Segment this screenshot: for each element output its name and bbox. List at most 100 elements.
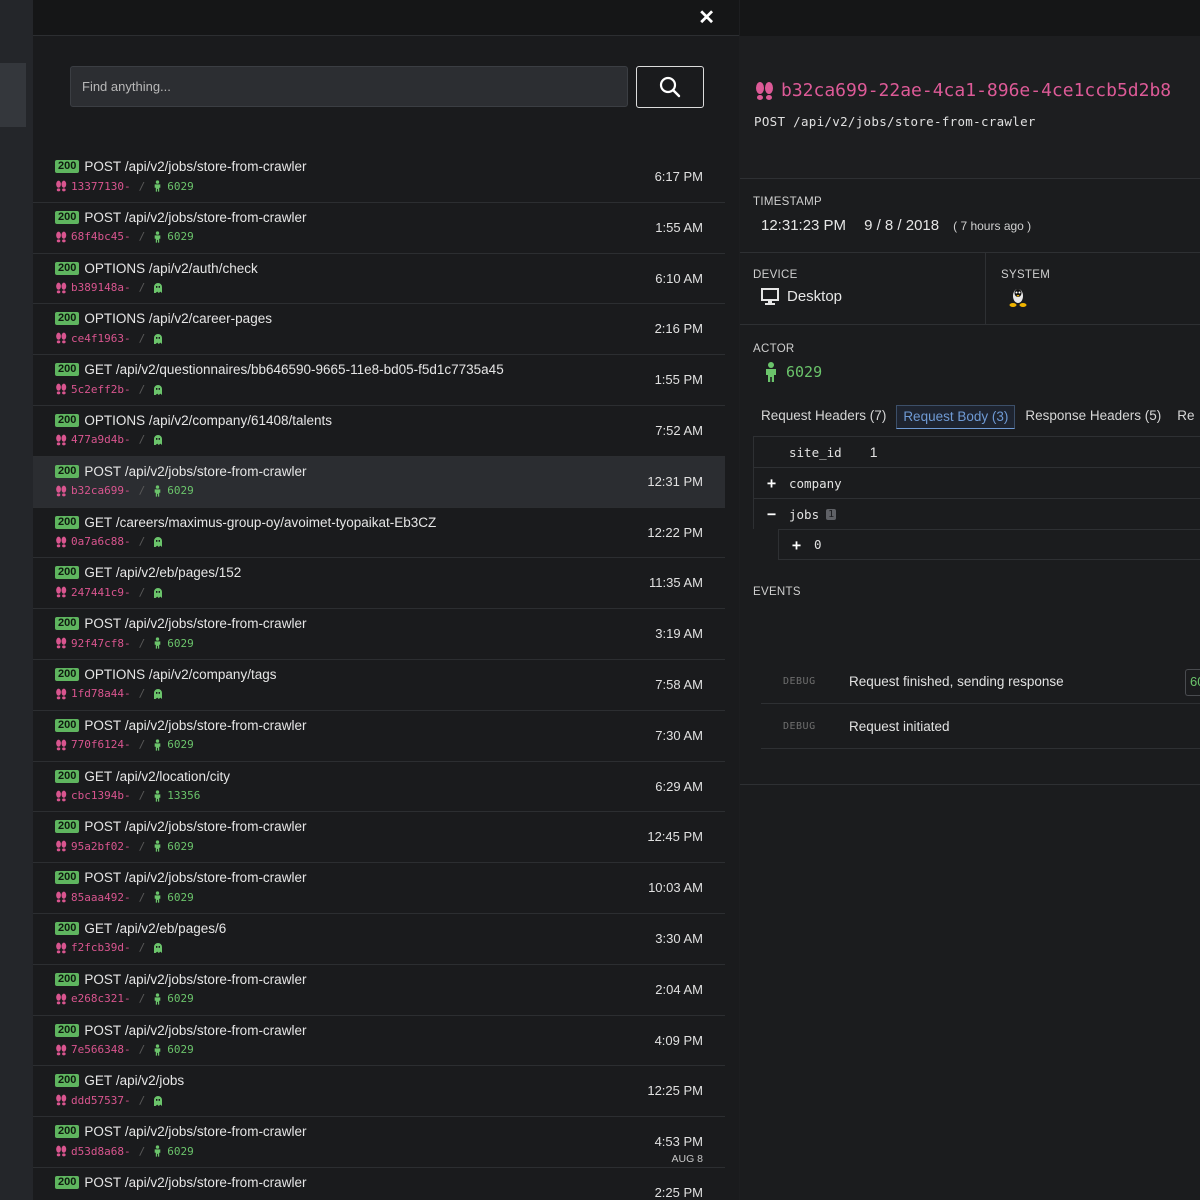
tab-item[interactable]: Response Headers (5) [1019, 405, 1167, 429]
request-path: /api/v2/jobs/store-from-crawler [124, 819, 307, 835]
time-value: 1:55 PM [654, 372, 703, 388]
timestamp-time: 12:31:23 PM [761, 217, 847, 234]
timestamp-label: TIMESTAMP [753, 196, 822, 208]
result-meta: 92f47cf8- / 6029 [55, 636, 725, 650]
sidebar-active-item[interactable] [0, 63, 26, 127]
linux-icon [1009, 289, 1027, 307]
ghost-icon [153, 536, 168, 548]
result-meta: 477a9d4b- / [55, 433, 725, 447]
status-badge: 200 [55, 1125, 80, 1139]
body-key: jobs [789, 506, 820, 522]
result-actor: 6029 [153, 1043, 194, 1056]
result-row[interactable]: 200 POST /api/v2/jobs/store-from-crawler 9… [33, 812, 725, 864]
tab-item[interactable]: Request Headers (7) [755, 405, 892, 429]
search-button[interactable] [636, 66, 704, 108]
monitor-icon [761, 288, 779, 305]
time-value: 3:30 AM [655, 930, 703, 946]
request-id: 85aaa492- [71, 890, 131, 904]
request-id: 13377130- [71, 179, 131, 193]
footprints-icon [754, 81, 776, 101]
http-method: OPTIONS [84, 412, 146, 428]
actor-label: ACTOR [753, 343, 795, 355]
separator: / [138, 738, 146, 752]
tab-item[interactable]: Request Body (3) [896, 405, 1016, 429]
actor-id: 6029 [167, 1144, 194, 1158]
result-row[interactable]: 200 GET /api/v2/location/city cbc1394b- / 13… [33, 762, 725, 813]
result-row[interactable]: 200 OPTIONS /api/v2/company/tags 1fd78a44-… [33, 660, 725, 711]
result-row[interactable]: 200 POST /api/v2/jobs/store-from-crawler e… [33, 965, 725, 1016]
result-row[interactable]: 200 POST /api/v2/jobs/store-from-crawler 7… [33, 711, 725, 762]
separator: / [138, 535, 146, 549]
result-row[interactable]: 200 OPTIONS /api/v2/career-pages ce4f1963-… [33, 304, 725, 356]
result-row[interactable]: 200 GET /api/v2/eb/pages/152 247441c9- / 11:… [33, 558, 725, 610]
request-path: /api/v2/career-pages [148, 311, 272, 327]
result-time: 6:29 AM [655, 779, 703, 794]
result-row[interactable]: 200 GET /api/v2/eb/pages/6 f2fcb39d- / 3:30 … [33, 914, 725, 965]
count-badge: 1 [826, 508, 837, 520]
person-icon [153, 840, 167, 852]
time-value: 10:03 AM [648, 880, 703, 896]
result-row[interactable]: 200 POST /api/v2/jobs/store-from-crawler 6… [33, 203, 725, 254]
request-path: /api/v2/jobs/store-from-crawler [124, 870, 307, 886]
result-time: 11:35 AM [649, 575, 703, 590]
body-field-jobs: − jobs 1 [753, 498, 1200, 529]
footprints-icon [55, 282, 68, 294]
event-actor-pill[interactable]: 60 [1185, 669, 1200, 696]
result-time: 12:22 PM [647, 525, 703, 540]
footprints-icon [55, 790, 68, 802]
collapse-icon[interactable]: − [764, 505, 779, 523]
status-badge: 200 [55, 363, 80, 377]
request-path: /api/v2/jobs/store-from-crawler [124, 1124, 307, 1140]
results-list: 200 POST /api/v2/jobs/store-from-crawler 1… [33, 152, 725, 1200]
result-row[interactable]: 200 GET /api/v2/jobs ddd57537- / 12:25 PM [33, 1066, 725, 1118]
http-method: OPTIONS [84, 260, 146, 276]
result-title: 200 POST /api/v2/jobs/store-from-crawler [55, 971, 725, 988]
result-row[interactable]: 200 GET /careers/maximus-group-oy/avoimet… [33, 508, 725, 559]
result-title: 200 POST /api/v2/jobs/store-from-crawler [55, 209, 725, 226]
request-path: /api/v2/auth/check [148, 260, 258, 276]
result-row[interactable]: 200 POST /api/v2/jobs/store-from-crawler 8… [33, 863, 725, 914]
person-icon [153, 485, 167, 497]
result-meta: b389148a- / [55, 281, 725, 295]
result-meta: d53d8a68- / 6029 [55, 1144, 725, 1158]
request-id: b389148a- [71, 281, 131, 295]
event-row[interactable]: DEBUG Request initiated [761, 704, 1200, 749]
body-value: 1 [869, 444, 878, 460]
expand-icon[interactable]: + [789, 536, 804, 554]
request-path: /api/v2/jobs/store-from-crawler [124, 1022, 307, 1038]
time-value: 12:25 PM [647, 1083, 703, 1099]
footprints-icon [55, 688, 68, 700]
result-meta: ce4f1963- / [55, 331, 725, 345]
http-method: POST [84, 971, 122, 987]
result-row[interactable]: 200 POST /api/v2/jobs/store-from-crawler 2… [33, 1168, 725, 1200]
result-row[interactable]: 200 POST /api/v2/jobs/store-from-crawler 1… [33, 152, 725, 203]
result-row[interactable]: 200 OPTIONS /api/v2/company/61408/talents… [33, 406, 725, 457]
result-title: 200 POST /api/v2/jobs/store-from-crawler [55, 615, 725, 632]
result-meta: 7e566348- / 6029 [55, 1043, 725, 1057]
result-time: 12:45 PM [647, 829, 703, 844]
actor-id: 6029 [167, 738, 194, 752]
result-title: 200 POST /api/v2/jobs/store-from-crawler [55, 717, 725, 734]
result-row[interactable]: 200 POST /api/v2/jobs/store-from-crawler 9… [33, 609, 725, 660]
http-method: GET [84, 1073, 113, 1089]
result-row[interactable]: 200 POST /api/v2/jobs/store-from-crawler 7… [33, 1016, 725, 1067]
tab-item[interactable]: Re [1171, 405, 1200, 429]
separator: / [138, 382, 146, 396]
search-input[interactable] [70, 66, 628, 107]
result-actor: 13356 [153, 789, 200, 802]
result-row[interactable]: 200 GET /api/v2/questionnaires/bb646590-9… [33, 355, 725, 406]
event-row[interactable]: DEBUG Request finished, sending response… [761, 659, 1200, 704]
result-actor: 6029 [153, 180, 194, 193]
person-icon [153, 891, 167, 903]
result-row[interactable]: 200 OPTIONS /api/v2/auth/check b389148a- / 6… [33, 254, 725, 305]
actor-section: ACTOR 6029 [740, 325, 1200, 403]
close-icon[interactable]: ✕ [698, 7, 715, 29]
expand-icon[interactable]: + [764, 474, 779, 492]
ghost-icon [153, 333, 168, 344]
actor-id: 6029 [167, 839, 194, 853]
events-label: EVENTS [753, 586, 801, 598]
separator: / [138, 992, 146, 1006]
result-row[interactable]: 200 POST /api/v2/jobs/store-from-crawler d… [33, 1117, 725, 1168]
http-method: POST [84, 209, 122, 225]
result-row[interactable]: 200 POST /api/v2/jobs/store-from-crawler b… [33, 456, 725, 508]
